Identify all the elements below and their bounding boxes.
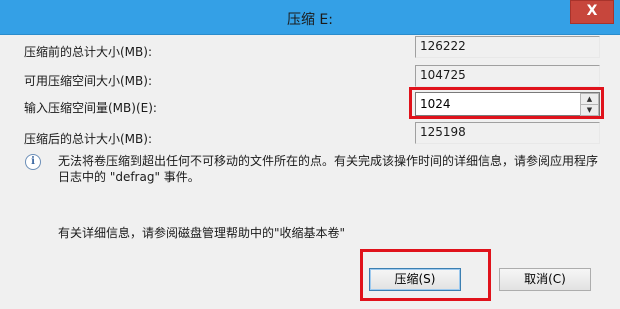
shrink-amount-label: 输入压缩空间量(MB)(E): bbox=[24, 101, 157, 115]
window-title: 压缩 E: bbox=[286, 12, 333, 28]
button-highlight-box bbox=[360, 249, 491, 301]
size-before-value-box: 126222 bbox=[415, 36, 600, 58]
info-icon: i bbox=[25, 154, 41, 170]
dialog-body: 压缩前的总计大小(MB): 126222 可用压缩空间大小(MB): 10472… bbox=[0, 35, 620, 309]
title-bar: 压缩 E: X bbox=[0, 0, 620, 35]
size-after-value: 125198 bbox=[420, 125, 466, 139]
size-after-value-box: 125198 bbox=[415, 122, 600, 144]
size-before-value: 126222 bbox=[420, 39, 466, 53]
available-size-value-box: 104725 bbox=[415, 65, 600, 87]
info-message: 无法将卷压缩到超出任何不可移动的文件所在的点。有关完成该操作时间的详细信息，请参… bbox=[58, 154, 599, 184]
size-before-label: 压缩前的总计大小(MB): bbox=[24, 45, 152, 59]
cancel-button[interactable]: 取消(C) bbox=[499, 268, 591, 291]
size-after-label: 压缩后的总计大小(MB): bbox=[24, 132, 152, 146]
close-button[interactable]: X bbox=[570, 0, 614, 24]
input-highlight-box bbox=[409, 87, 604, 119]
available-size-value: 104725 bbox=[420, 68, 466, 82]
close-icon: X bbox=[586, 3, 598, 19]
available-size-label: 可用压缩空间大小(MB): bbox=[24, 74, 152, 88]
more-info-text: 有关详细信息，请参阅磁盘管理帮助中的"收缩基本卷" bbox=[58, 226, 346, 240]
